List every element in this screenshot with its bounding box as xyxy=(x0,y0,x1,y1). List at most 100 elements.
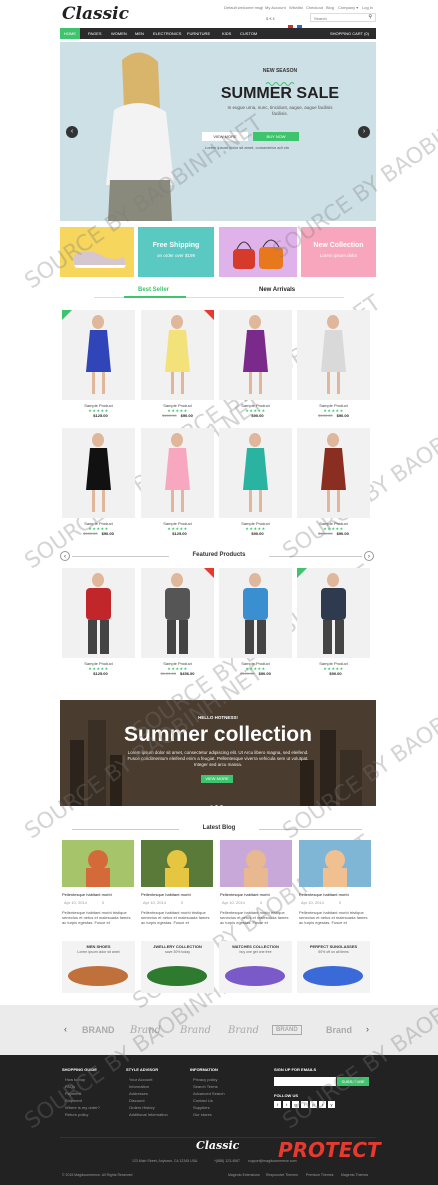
link-checkout[interactable]: Checkout xyxy=(306,5,323,10)
link-blog[interactable]: Blog xyxy=(326,5,334,10)
product-image[interactable] xyxy=(297,568,370,658)
currency-switch[interactable]: $ € £ xyxy=(266,16,275,21)
promo-banner[interactable]: PERFECT SUNGLASSES 50% off on all items xyxy=(297,941,370,993)
footer-link[interactable]: Additional Information xyxy=(129,1111,168,1118)
product-card[interactable]: Sample Product ★★★★★ $90.00 xyxy=(219,428,292,536)
social-g-icon[interactable]: g xyxy=(292,1101,299,1108)
footer-link[interactable]: Privacy policy xyxy=(193,1076,217,1083)
footer-link[interactable]: Advanced Search xyxy=(193,1090,225,1097)
search-icon[interactable]: ⚲ xyxy=(368,14,372,20)
product-image[interactable] xyxy=(141,310,214,400)
product-image[interactable] xyxy=(297,310,370,400)
banner-new-collection[interactable]: New Collection Lorem ipsum dolor xyxy=(301,227,376,277)
tab-new-arrivals[interactable]: New Arrivals xyxy=(259,287,295,293)
brand-logo-5[interactable]: BRAND xyxy=(272,1025,302,1035)
product-card[interactable]: Sample Product ★★★★★ $125.00 xyxy=(62,310,135,418)
brand-logo-1[interactable]: BRAND xyxy=(82,1025,115,1035)
product-image[interactable] xyxy=(141,568,214,658)
search-input[interactable]: Search xyxy=(314,16,327,21)
hero-next-arrow[interactable]: › xyxy=(358,126,370,138)
product-image[interactable] xyxy=(62,428,135,518)
summer-slider-dots[interactable] xyxy=(210,795,230,806)
footer-link[interactable]: Your Account xyxy=(129,1076,152,1083)
social-yt-icon[interactable]: y xyxy=(328,1101,335,1108)
product-image[interactable] xyxy=(219,428,292,518)
product-card[interactable]: Sample Product ★★★★★ $90.00 xyxy=(219,310,292,418)
footer-link[interactable]: Orders History xyxy=(129,1104,155,1111)
blog-post-image[interactable] xyxy=(299,840,371,887)
social-f-icon[interactable]: f xyxy=(274,1101,281,1108)
buy-now-button[interactable]: BUY NOW xyxy=(253,132,299,141)
banner-bags[interactable] xyxy=(219,227,297,277)
product-card[interactable]: Sample Product ★★★★★ $125.00 xyxy=(62,568,135,676)
footer-logo[interactable]: Classic xyxy=(196,1139,239,1152)
footer-link[interactable]: Addresses xyxy=(129,1090,148,1097)
product-card[interactable]: Sample Product ★★★★★ $125.00 xyxy=(141,428,214,536)
footer-link[interactable]: Shipment xyxy=(65,1097,82,1104)
product-card[interactable]: Sample Product ★★★★★ $100.00 $90.00 xyxy=(141,310,214,418)
footer-link[interactable]: Discount xyxy=(129,1097,145,1104)
nav-electronics[interactable]: ELECTRONICS xyxy=(149,28,185,39)
promo-banner[interactable]: WATCHES COLLECTION buy one get one free xyxy=(219,941,292,993)
social-p-icon[interactable]: p xyxy=(310,1101,317,1108)
brand-next-arrow[interactable]: › xyxy=(366,1024,369,1034)
brand-logo-4[interactable]: Brand xyxy=(228,1025,259,1036)
footer-link[interactable]: Information xyxy=(129,1083,149,1090)
blog-post-title[interactable]: Pellentesque habitant morbi xyxy=(62,892,112,897)
banner-shoes[interactable] xyxy=(60,227,134,277)
banner-free-shipping[interactable]: Free Shipping on order over $199 xyxy=(138,227,214,277)
brand-logo-2[interactable]: Brand xyxy=(130,1025,161,1036)
footer-link-4[interactable]: Magento Themes xyxy=(341,1172,368,1179)
product-image[interactable] xyxy=(62,568,135,658)
link-company[interactable]: Company ▾ xyxy=(338,5,358,10)
footer-link-1[interactable]: Magento Extensions xyxy=(228,1172,260,1179)
footer-link-2[interactable]: Responsive Themes xyxy=(266,1172,298,1179)
product-image[interactable] xyxy=(297,428,370,518)
nav-furniture[interactable]: FURNITURE xyxy=(183,28,214,39)
footer-link[interactable]: Payment xyxy=(65,1090,81,1097)
social-in-icon[interactable]: i xyxy=(301,1101,308,1108)
view-more-button[interactable]: VIEW MORE xyxy=(202,132,248,141)
product-card[interactable]: Sample Product ★★★★★ $100.00 $90.00 xyxy=(219,568,292,676)
footer-link-3[interactable]: Premium Themes xyxy=(306,1172,334,1179)
product-image[interactable] xyxy=(141,428,214,518)
nav-men[interactable]: MEN xyxy=(131,28,148,39)
footer-link[interactable]: Search Terms xyxy=(193,1083,218,1090)
summer-view-more-button[interactable]: VIEW MORE xyxy=(201,775,233,783)
blog-post-image[interactable] xyxy=(141,840,213,887)
blog-post-image[interactable] xyxy=(62,840,134,887)
link-wishlist[interactable]: Wishlist xyxy=(289,5,303,10)
product-card[interactable]: Sample Product ★★★★★ $100.00 $90.00 xyxy=(297,428,370,536)
brand-prev-arrow[interactable]: ‹ xyxy=(64,1024,67,1034)
site-logo[interactable]: Classic xyxy=(62,4,129,24)
social-rss-icon[interactable]: r xyxy=(319,1101,326,1108)
product-image[interactable] xyxy=(62,310,135,400)
blog-post-title[interactable]: Pellentesque habitant morbi xyxy=(299,892,349,897)
product-image[interactable] xyxy=(219,568,292,658)
footer-link[interactable]: How to buy xyxy=(65,1076,85,1083)
promo-banner[interactable]: JWELLERY COLLECTION save 30% today xyxy=(141,941,214,993)
footer-link[interactable]: Suppliers xyxy=(193,1104,210,1111)
hero-prev-arrow[interactable]: ‹ xyxy=(66,126,78,138)
link-login[interactable]: Log in xyxy=(362,5,373,10)
footer-link[interactable]: Our stores xyxy=(193,1111,212,1118)
nav-kids[interactable]: KIDS xyxy=(218,28,235,39)
brand-logo-6[interactable]: Brand xyxy=(326,1025,352,1035)
shopping-cart-button[interactable]: SHOPPING CART (0) xyxy=(326,28,373,39)
product-card[interactable]: Sample Product ★★★★★ $100.00 $90.00 xyxy=(297,310,370,418)
product-card[interactable]: Sample Product ★★★★★ $100.00 $90.00 xyxy=(62,428,135,536)
footer-link[interactable]: FAQs xyxy=(65,1083,75,1090)
nav-home[interactable]: HOME xyxy=(60,28,80,39)
blog-post-title[interactable]: Pellentesque habitant morbi xyxy=(220,892,270,897)
search-box[interactable]: Search ⚲ xyxy=(310,13,376,22)
link-my-account[interactable]: My Account xyxy=(265,5,286,10)
featured-next-arrow[interactable]: › xyxy=(364,551,374,561)
social-t-icon[interactable]: t xyxy=(283,1101,290,1108)
subscribe-button[interactable]: SUBSCRIBE xyxy=(337,1077,369,1086)
brand-logo-3[interactable]: Brand xyxy=(180,1025,211,1036)
language-flags[interactable] xyxy=(288,16,306,47)
nav-pages[interactable]: PAGES xyxy=(84,28,106,39)
product-card[interactable]: Sample Product ★★★★★ $90.00 xyxy=(297,568,370,676)
newsletter-email-input[interactable] xyxy=(274,1077,336,1086)
product-image[interactable] xyxy=(219,310,292,400)
